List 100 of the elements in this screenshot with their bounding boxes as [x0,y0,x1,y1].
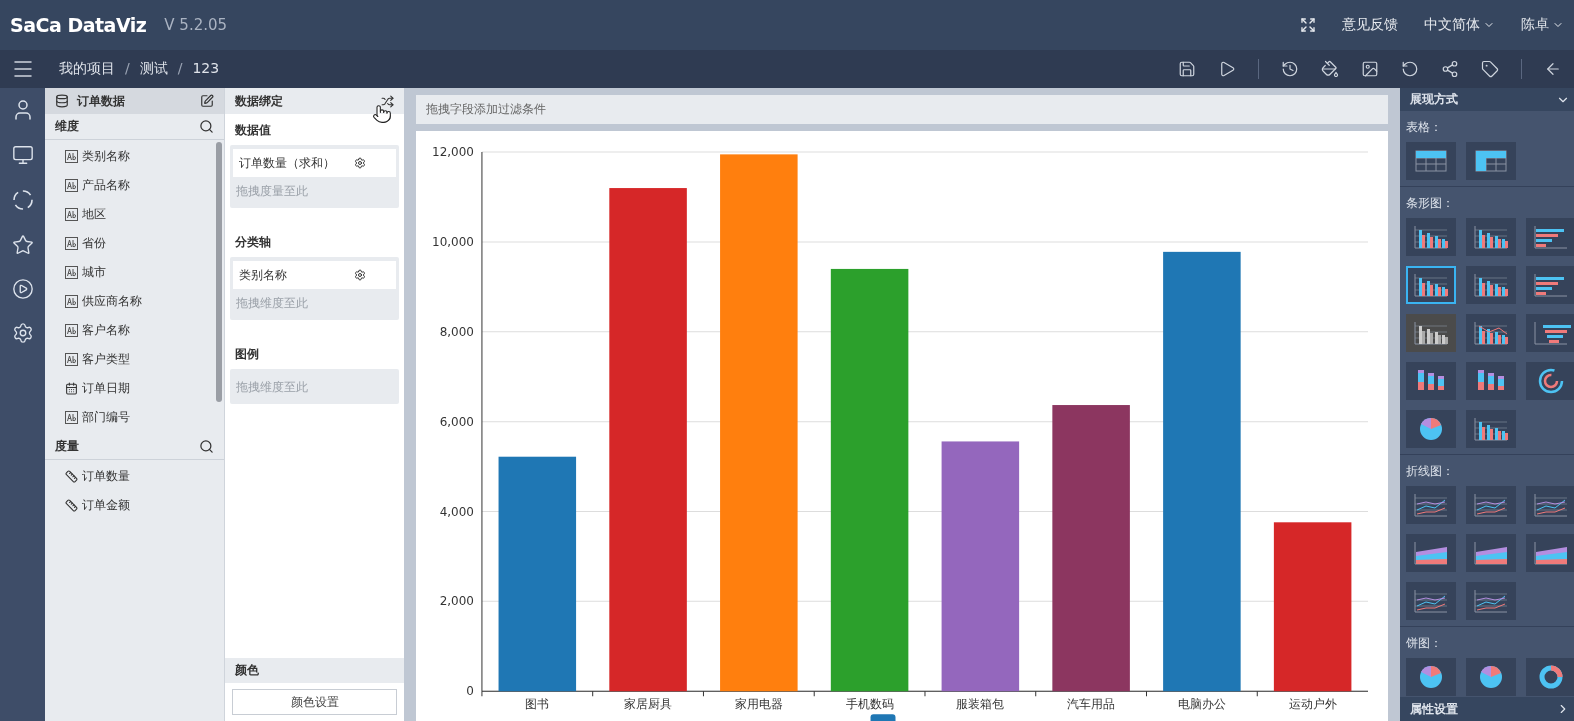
chart-type-tile[interactable] [1526,658,1574,696]
database-icon [55,94,69,108]
share-icon[interactable] [1441,60,1459,78]
y-axis-label: 0 [466,683,474,698]
tag-icon[interactable] [1481,60,1499,78]
group-title: 折线图： [1406,463,1455,480]
chart-type-tile[interactable] [1466,218,1516,256]
drop-zone[interactable]: 订单数量（求和） 拖拽度量至此 [230,145,399,208]
monitor-icon[interactable] [11,144,34,166]
app-logo: SaCa DataViz [10,14,147,36]
hand-cursor-icon [372,104,392,124]
settings-icon[interactable] [354,157,366,169]
chart-type-tile[interactable] [1526,266,1574,304]
chart-type-tile[interactable] [1466,534,1516,572]
y-axis-label: 2,000 [439,593,474,608]
drop-hint: 拖拽维度至此 [235,379,309,396]
y-axis-label: 12,000 [432,144,474,159]
back-icon[interactable] [1544,60,1562,78]
chart-type-tile[interactable] [1406,266,1456,304]
filter-drop-zone[interactable]: 拖拽字段添加过滤条件 [416,95,1388,124]
group-title: 饼图： [1406,635,1443,652]
chart-type-tile[interactable] [1526,362,1574,400]
dimension-field[interactable]: 地区 [45,200,224,229]
chart-type-tile[interactable] [1526,534,1574,572]
image-icon[interactable] [1361,60,1379,78]
breadcrumb-separator: / [177,60,183,78]
dimension-field[interactable]: 城市 [45,258,224,287]
text-field-icon [65,237,78,250]
chart-type-tile[interactable] [1406,486,1456,524]
dimension-field[interactable]: 类别名称 [45,142,224,171]
bound-field[interactable]: 类别名称 [233,261,396,289]
chart-type-tile[interactable] [1526,218,1574,256]
drop-zone[interactable]: 类别名称 拖拽维度至此 [230,257,399,320]
chart-type-tile[interactable] [1406,314,1456,352]
dimension-field[interactable]: 客户类型 [45,345,224,374]
dimension-field[interactable]: 订单日期 [45,374,224,403]
text-field-icon [65,295,78,308]
measure-field[interactable]: 订单金额 [45,491,224,520]
text-field-icon [65,411,78,424]
chart-type-tile[interactable] [1406,534,1456,572]
breadcrumb-link[interactable]: 123 [192,60,220,78]
play-icon[interactable] [1218,60,1236,78]
y-axis-label: 10,000 [432,234,474,249]
x-axis-label: 图书 [525,696,550,711]
language-dropdown[interactable]: 中文简体 [1424,16,1495,34]
chart-type-tile[interactable] [1406,142,1456,180]
chart-type-tile[interactable] [1466,410,1516,448]
y-axis-label: 6,000 [439,414,474,429]
chart-type-tile[interactable] [1526,314,1574,352]
section-title: 度量 [55,438,79,455]
search-icon[interactable] [199,439,214,454]
save-icon[interactable] [1178,60,1196,78]
x-axis-label: 家用电器 [734,696,783,711]
chart-type-tile[interactable] [1466,486,1516,524]
group-title: 表格： [1406,119,1443,136]
y-axis-label: 8,000 [439,324,474,339]
settings-icon[interactable] [11,322,34,344]
x-axis-label: 手机数码 [845,696,894,711]
settings-icon[interactable] [354,269,366,281]
chart-type-tile[interactable] [1466,658,1516,696]
text-field-icon [65,353,78,366]
scrollbar[interactable] [216,142,222,402]
chart-type-tile[interactable] [1466,362,1516,400]
text-field-icon [65,208,78,221]
fullscreen-icon[interactable] [1300,17,1316,33]
dimension-field[interactable]: 部门编号 [45,403,224,432]
star-icon[interactable] [11,234,34,256]
feedback-link[interactable]: 意见反馈 [1342,16,1398,34]
user-menu[interactable]: 陈卓 [1521,16,1564,34]
chart-type-tile[interactable] [1406,658,1456,696]
chart-type-tile[interactable] [1466,314,1516,352]
section-title: 数据值 [234,122,272,139]
chart-type-tile[interactable] [1526,486,1574,524]
calendar-icon [65,382,78,395]
dotted-circle-icon[interactable] [10,188,35,212]
chart-type-tile[interactable] [1406,218,1456,256]
history-icon[interactable] [1281,60,1299,78]
text-field-icon [65,150,78,163]
chart-type-tile[interactable] [1406,362,1456,400]
chart-type-tile[interactable] [1466,142,1516,180]
play-circle-icon[interactable] [11,278,34,300]
chart-type-tile[interactable] [1466,266,1516,304]
search-icon[interactable] [199,119,214,134]
dimension-field[interactable]: 产品名称 [45,171,224,200]
dimension-field[interactable]: 供应商名称 [45,287,224,316]
shuffle-icon[interactable] [381,94,394,108]
chart-type-tile[interactable] [1466,582,1516,620]
chart-type-tile[interactable] [1406,582,1456,620]
edit-icon[interactable] [200,94,214,108]
breadcrumb-link[interactable]: 测试 [139,60,168,78]
dataset-title: 订单数据 [77,92,125,110]
dimension-field[interactable]: 客户名称 [45,316,224,345]
dimension-field[interactable]: 省份 [45,229,224,258]
bound-field[interactable]: 订单数量（求和） [233,149,396,177]
chart-type-tile[interactable] [1406,410,1456,448]
x-axis-label: 电脑办公 [1177,696,1226,711]
measure-field[interactable]: 订单数量 [45,462,224,491]
color-settings-button[interactable]: 颜色设置 [232,689,397,715]
undo-icon[interactable] [1401,60,1419,78]
breadcrumb-link[interactable]: 我的项目 [59,60,115,78]
